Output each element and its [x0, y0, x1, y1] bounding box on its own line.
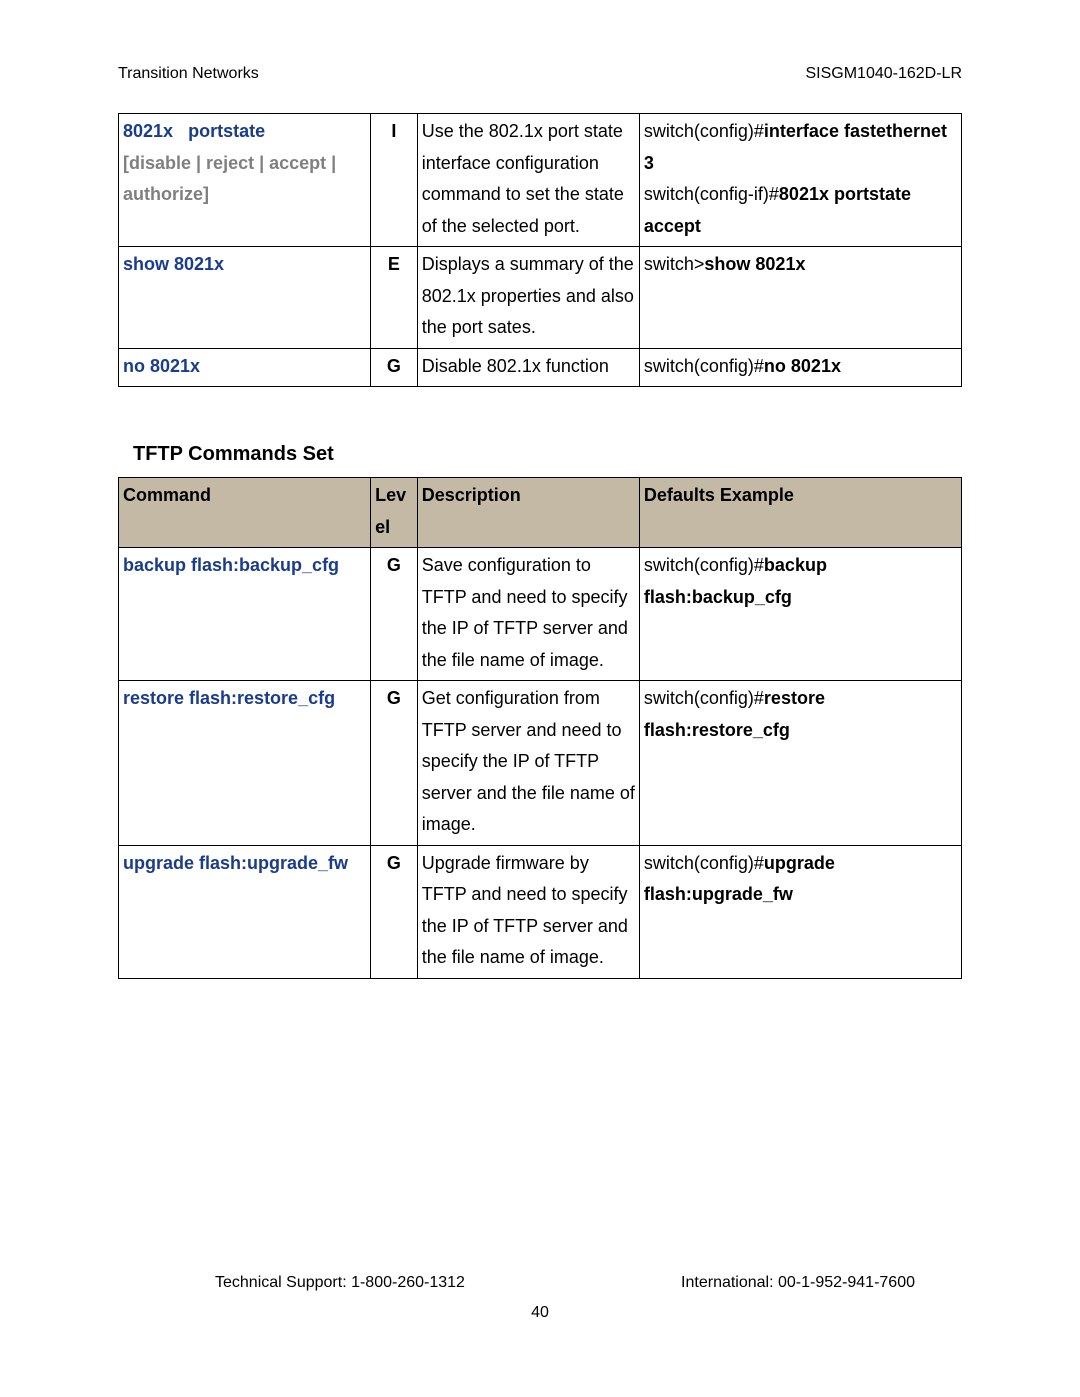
th-level: Level	[371, 478, 418, 548]
example-cell: switch(config)#no 8021x	[639, 348, 961, 387]
description-cell: Save configuration to TFTP and need to s…	[417, 548, 639, 681]
example-plain: switch>	[644, 254, 705, 274]
example-plain-2: switch(config-if)#	[644, 184, 779, 204]
command-name: backup flash:backup_cfg	[123, 555, 339, 575]
page: Transition Networks SISGM1040-162D-LR 80…	[0, 0, 1080, 1397]
command-cell: restore flash:restore_cfg	[119, 681, 371, 846]
example-bold: no 8021x	[764, 356, 841, 376]
example-cell: switch(config)#interface fastethernet 3 …	[639, 114, 961, 247]
th-description: Description	[417, 478, 639, 548]
top-header: Transition Networks SISGM1040-162D-LR	[118, 60, 962, 88]
row-restore: restore flash:restore_cfg G Get configur…	[119, 681, 962, 846]
header-right: SISGM1040-162D-LR	[805, 60, 962, 88]
row-upgrade: upgrade flash:upgrade_fw G Upgrade firmw…	[119, 845, 962, 978]
command-name: no 8021x	[123, 356, 200, 376]
th-command: Command	[119, 478, 371, 548]
page-number: 40	[0, 1299, 1080, 1327]
example-cell: switch(config)#restore flash:restore_cfg	[639, 681, 961, 846]
level-cell: G	[371, 845, 418, 978]
example-plain: switch(config)#	[644, 356, 764, 376]
footer-left: Technical Support: 1-800-260-1312	[215, 1269, 465, 1297]
example-cell: switch(config)#backup flash:backup_cfg	[639, 548, 961, 681]
command-rest: portstate	[188, 121, 265, 141]
description-cell: Get configuration from TFTP server and n…	[417, 681, 639, 846]
command-name: upgrade flash:upgrade_fw	[123, 853, 348, 873]
command-cell: backup flash:backup_cfg	[119, 548, 371, 681]
level-cell: E	[371, 247, 418, 349]
footer: Technical Support: 1-800-260-1312 Intern…	[0, 1269, 1080, 1297]
commands-table-tftp: Command Level Description Defaults Examp…	[118, 477, 962, 979]
example-cell: switch(config)#upgrade flash:upgrade_fw	[639, 845, 961, 978]
footer-right: International: 00-1-952-941-7600	[681, 1269, 915, 1297]
example-bold: show 8021x	[704, 254, 805, 274]
section-title-tftp: TFTP Commands Set	[133, 437, 962, 472]
table-header-row: Command Level Description Defaults Examp…	[119, 478, 962, 548]
command-name: show 8021x	[123, 254, 224, 274]
command-name: restore flash:restore_cfg	[123, 688, 335, 708]
command-params: [disable | reject | accept | authorize]	[123, 153, 336, 205]
command-cell: show 8021x	[119, 247, 371, 349]
command-cell: upgrade flash:upgrade_fw	[119, 845, 371, 978]
example-plain: switch(config)#	[644, 853, 764, 873]
th-defaults: Defaults Example	[639, 478, 961, 548]
row-backup: backup flash:backup_cfg G Save configura…	[119, 548, 962, 681]
header-left: Transition Networks	[118, 60, 259, 88]
example-cell: switch>show 8021x	[639, 247, 961, 349]
level-cell: G	[371, 348, 418, 387]
row-show-8021x: show 8021x E Displays a summary of the 8…	[119, 247, 962, 349]
command-name: 8021x	[123, 121, 173, 141]
level-cell: I	[371, 114, 418, 247]
description-cell: Displays a summary of the 802.1x propert…	[417, 247, 639, 349]
level-cell: G	[371, 548, 418, 681]
command-cell: no 8021x	[119, 348, 371, 387]
row-8021x-portstate: 8021x portstate [disable | reject | acce…	[119, 114, 962, 247]
level-cell: G	[371, 681, 418, 846]
commands-table-8021x: 8021x portstate [disable | reject | acce…	[118, 113, 962, 387]
command-cell: 8021x portstate [disable | reject | acce…	[119, 114, 371, 247]
description-cell: Disable 802.1x function	[417, 348, 639, 387]
example-plain: switch(config)#	[644, 121, 764, 141]
example-plain: switch(config)#	[644, 688, 764, 708]
description-cell: Use the 802.1x port state interface conf…	[417, 114, 639, 247]
example-plain: switch(config)#	[644, 555, 764, 575]
description-cell: Upgrade firmware by TFTP and need to spe…	[417, 845, 639, 978]
row-no-8021x: no 8021x G Disable 802.1x function switc…	[119, 348, 962, 387]
